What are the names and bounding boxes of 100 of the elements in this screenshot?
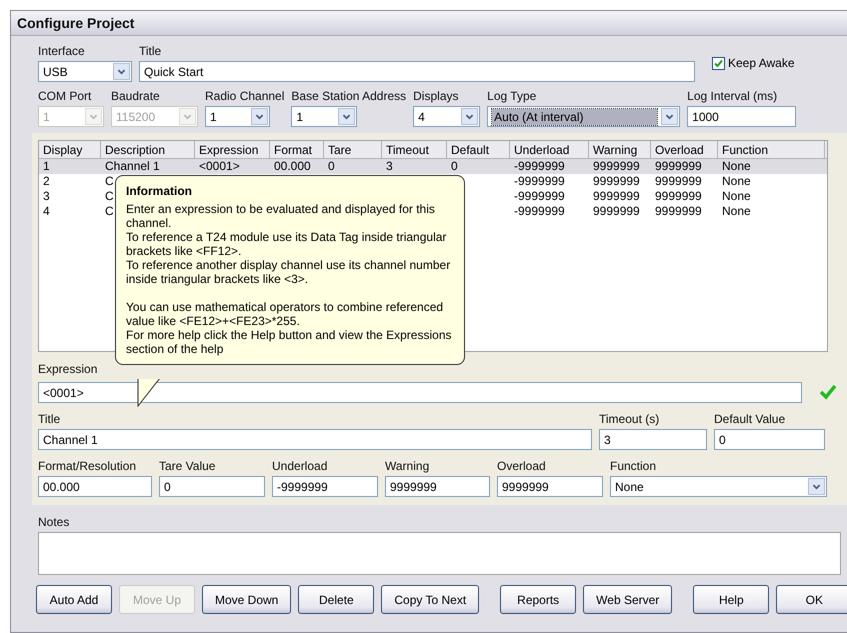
dialog-button[interactable]: OK bbox=[776, 585, 847, 614]
field-label: Base Station Address bbox=[291, 89, 406, 103]
text-field[interactable]: Quick Start bbox=[139, 61, 695, 82]
field-label: Log Interval (ms) bbox=[687, 89, 778, 103]
chevron-down-icon bbox=[113, 63, 130, 80]
text-field[interactable]: 0 bbox=[159, 476, 265, 497]
field-label: Expression bbox=[38, 362, 98, 376]
column-header[interactable]: Underload bbox=[510, 141, 589, 158]
field-label: Radio Channel bbox=[205, 89, 284, 103]
field-label: Timeout (s) bbox=[599, 412, 660, 426]
text-field[interactable]: 9999999 bbox=[385, 476, 490, 497]
table-cell: 9999999 bbox=[655, 159, 702, 173]
column-header[interactable]: Default bbox=[447, 141, 510, 158]
dialog-button[interactable]: Reports bbox=[500, 585, 576, 614]
field-label: Underload bbox=[272, 459, 328, 473]
chevron-down-icon bbox=[808, 478, 825, 495]
column-header[interactable]: Warning bbox=[589, 141, 651, 158]
dialog-button[interactable]: Copy To Next bbox=[381, 585, 480, 614]
chevron-down-icon bbox=[338, 108, 356, 125]
dropdown[interactable]: Auto (At interval) bbox=[487, 106, 680, 127]
column-header[interactable]: Timeout bbox=[382, 141, 447, 158]
column-header[interactable]: Display bbox=[39, 141, 101, 158]
expression-field[interactable]: <0001> bbox=[38, 382, 802, 403]
chevron-down-icon bbox=[251, 108, 268, 125]
field-label: Log Type bbox=[487, 89, 538, 103]
text-field[interactable]: 3 bbox=[599, 429, 707, 450]
column-header[interactable]: Function bbox=[718, 141, 825, 158]
window-title: Configure Project bbox=[11, 11, 847, 36]
table-cell: None bbox=[722, 174, 751, 188]
field-label: COM Port bbox=[38, 89, 92, 103]
field-label: Title bbox=[38, 412, 62, 426]
dialog-button[interactable]: Move Down bbox=[202, 585, 292, 614]
table-cell: None bbox=[722, 204, 751, 218]
table-cell: -9999999 bbox=[514, 159, 565, 173]
table-cell: 00.000 bbox=[274, 159, 311, 173]
table-cell: C bbox=[105, 189, 114, 203]
tooltip-title: Information bbox=[126, 184, 193, 198]
table-cell: 9999999 bbox=[593, 174, 640, 188]
chevron-down-icon bbox=[661, 108, 678, 125]
text-field[interactable]: Channel 1 bbox=[38, 429, 592, 450]
dropdown[interactable]: 4 bbox=[413, 106, 480, 127]
table-row[interactable]: 1 Channel 1 <0001> 00.000 0 3 0 -9999999 9999999 9999999 None bbox=[39, 159, 827, 174]
table-cell: 1 bbox=[43, 159, 50, 173]
table-cell: None bbox=[722, 189, 751, 203]
table-cell: -9999999 bbox=[514, 174, 565, 188]
chevron-down-icon bbox=[179, 108, 196, 125]
table-cell: 3 bbox=[386, 159, 393, 173]
column-header[interactable]: Overload bbox=[651, 141, 718, 158]
column-header[interactable]: Format bbox=[270, 141, 324, 158]
dropdown[interactable]: 1 bbox=[205, 106, 270, 127]
column-header[interactable]: Expression bbox=[195, 141, 270, 158]
table-cell: 9999999 bbox=[655, 204, 702, 218]
tooltip-text: To reference another display channel use its channel number inside triangular brackets like <3>. bbox=[126, 258, 452, 286]
table-cell: -9999999 bbox=[514, 204, 565, 218]
text-field[interactable]: 1000 bbox=[687, 106, 796, 127]
table-cell: 0 bbox=[328, 159, 335, 173]
dialog-button[interactable]: Delete bbox=[298, 585, 374, 614]
field-label: Interface bbox=[38, 44, 86, 58]
tooltip-text: For more help click the Help button and view the Expressions section of the help bbox=[126, 328, 452, 356]
dropdown[interactable]: 1 bbox=[291, 106, 358, 127]
column-header[interactable]: Description bbox=[101, 141, 195, 158]
tooltip-text: To reference a T24 module use its Data Tag inside triangular brackets like <FF12>. bbox=[126, 230, 448, 258]
field-label: Tare Value bbox=[159, 459, 216, 473]
table-cell: Channel 1 bbox=[105, 159, 160, 173]
table-cell: 3 bbox=[43, 189, 50, 203]
chevron-down-icon bbox=[85, 108, 102, 125]
text-field[interactable]: 00.000 bbox=[38, 476, 152, 497]
table-cell: 9999999 bbox=[593, 204, 640, 218]
table-cell: <0001> bbox=[199, 159, 240, 173]
checkbox-label[interactable]: Keep Awake bbox=[728, 56, 794, 70]
table-cell: 9999999 bbox=[655, 189, 702, 203]
notes-field[interactable] bbox=[38, 532, 841, 575]
field-label: Displays bbox=[413, 89, 460, 103]
dropdown[interactable]: USB bbox=[38, 61, 132, 82]
table-cell: 9999999 bbox=[593, 159, 640, 173]
field-label: Title bbox=[139, 44, 162, 58]
dialog-button[interactable]: Auto Add bbox=[36, 585, 112, 614]
field-label: Format/Resolution bbox=[38, 459, 138, 473]
text-field[interactable]: 9999999 bbox=[497, 476, 603, 497]
chevron-down-icon bbox=[461, 108, 478, 125]
table-cell: C bbox=[105, 174, 114, 188]
dialog-button[interactable]: Web Server bbox=[583, 585, 672, 614]
field-label: Function bbox=[610, 459, 658, 473]
dialog-button[interactable]: Help bbox=[693, 585, 770, 614]
table-cell: 2 bbox=[43, 174, 50, 188]
table-cell: 4 bbox=[43, 204, 50, 218]
table-cell: -9999999 bbox=[514, 189, 565, 203]
text-field[interactable]: -9999999 bbox=[272, 476, 378, 497]
tooltip-tail bbox=[137, 379, 161, 407]
tooltip-text: You can use mathematical operators to combine referenced value like <FE12>+<FE23>*255. bbox=[126, 300, 444, 328]
dropdown[interactable]: None bbox=[610, 476, 827, 497]
field-label: Default Value bbox=[714, 412, 786, 426]
field-label: Notes bbox=[38, 515, 70, 529]
table-cell: None bbox=[722, 159, 751, 173]
checkbox[interactable] bbox=[712, 56, 725, 70]
table-cell: 9999999 bbox=[655, 174, 702, 188]
text-field[interactable]: 0 bbox=[714, 429, 825, 450]
column-header[interactable]: Tare bbox=[324, 141, 382, 158]
checkmark-icon bbox=[714, 58, 723, 68]
field-label: Warning bbox=[385, 459, 430, 473]
